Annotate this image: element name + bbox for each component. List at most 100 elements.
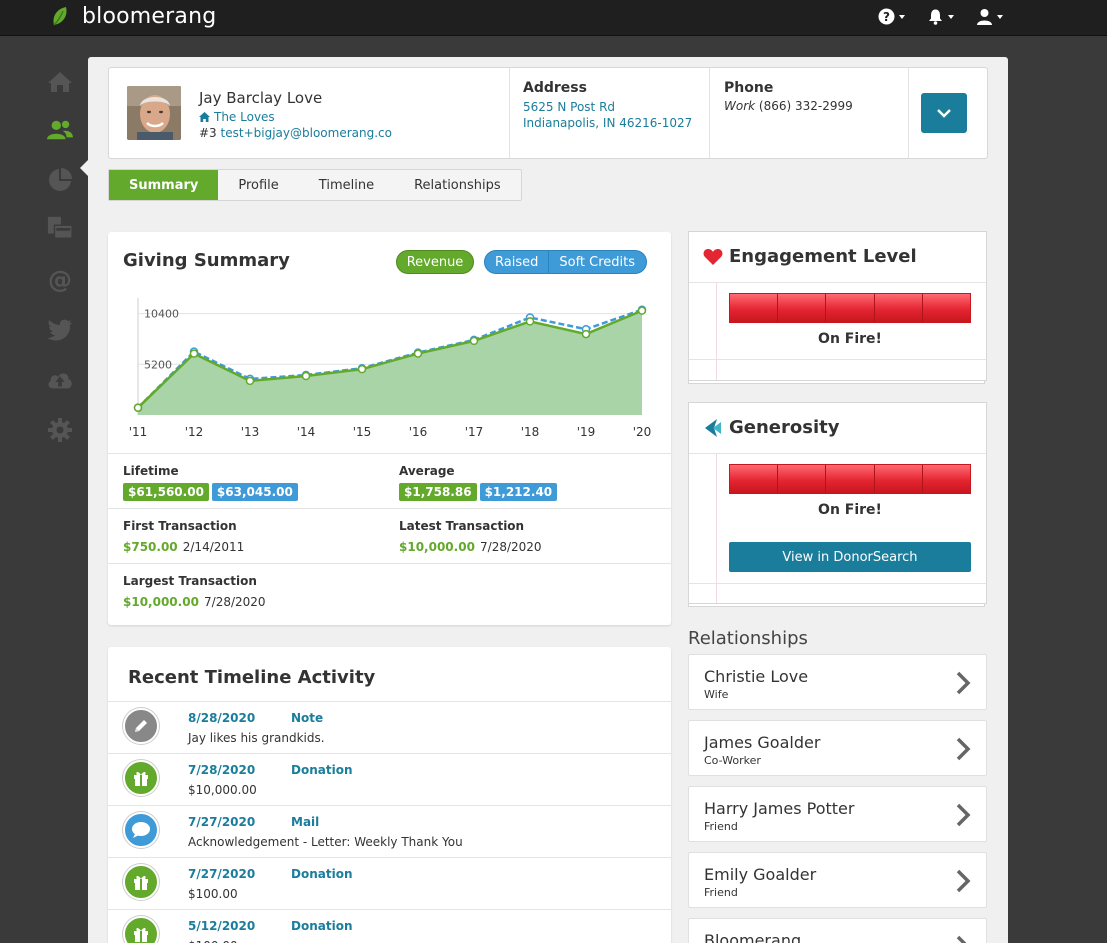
- constituent-header: Jay Barclay Love The Loves #3 test+bigja…: [108, 67, 988, 159]
- divider: [716, 282, 717, 380]
- chevron-right-icon: [956, 869, 971, 893]
- chevron-down-icon: [948, 14, 954, 19]
- largest-transaction-label: Largest Transaction: [123, 574, 257, 588]
- raised-soft-credits-toggle: Raised Soft Credits: [484, 250, 647, 274]
- household-link[interactable]: The Loves: [199, 110, 275, 124]
- svg-text:@: @: [48, 267, 72, 293]
- relationship-role: Co-Worker: [704, 754, 761, 767]
- active-nav-pointer: [80, 160, 88, 176]
- stats-row: Largest Transaction $10,000.00 7/28/2020: [108, 563, 671, 625]
- relationship-card[interactable]: James Goalder Co-Worker: [688, 720, 987, 776]
- largest-transaction-date: 7/28/2020: [204, 595, 266, 609]
- app-logo[interactable]: bloomerang: [50, 4, 216, 29]
- relationship-card[interactable]: Bloomerang: [688, 918, 987, 943]
- generosity-title: Generosity: [729, 417, 840, 438]
- timeline-type[interactable]: Donation: [291, 867, 352, 881]
- timeline-description: $100.00: [188, 887, 238, 901]
- timeline-description: $10,000.00: [188, 783, 257, 797]
- relationship-role: Friend: [704, 820, 738, 833]
- timeline-date[interactable]: 7/28/2020: [188, 763, 255, 777]
- relationship-name: Emily Goalder: [704, 865, 817, 884]
- home-icon[interactable]: [47, 69, 73, 95]
- household-name: The Loves: [214, 110, 275, 124]
- latest-transaction-amount: $10,000.00: [399, 540, 475, 554]
- expand-header-button[interactable]: [921, 93, 967, 133]
- giving-summary-title: Giving Summary: [123, 250, 290, 271]
- email-icon[interactable]: @: [47, 267, 73, 293]
- timeline-item[interactable]: 7/27/2020 Mail Acknowledgement - Letter: W…: [108, 805, 671, 857]
- divider: [709, 68, 710, 158]
- reports-icon[interactable]: [47, 167, 73, 193]
- notifications-menu[interactable]: [927, 8, 954, 25]
- twitter-icon[interactable]: [47, 317, 73, 343]
- settings-icon[interactable]: [47, 417, 73, 443]
- address-label: Address: [523, 80, 587, 96]
- latest-transaction-stat: Latest Transaction $10,000.00 7/28/2020: [399, 519, 542, 555]
- timeline-type[interactable]: Donation: [291, 763, 352, 777]
- timeline-description: Acknowledgement - Letter: Weekly Thank Y…: [188, 835, 463, 849]
- transactions-icon[interactable]: [47, 215, 73, 241]
- chevron-right-icon: [956, 803, 971, 827]
- first-transaction-amount: $750.00: [123, 540, 178, 554]
- speech-bubble-icon: [123, 812, 159, 848]
- tab-profile[interactable]: Profile: [218, 170, 298, 200]
- lifetime-label: Lifetime: [123, 464, 179, 478]
- timeline-description: $100.00: [188, 939, 238, 943]
- help-menu[interactable]: ?: [878, 8, 905, 25]
- app-name: bloomerang: [82, 4, 217, 29]
- timeline-item[interactable]: 7/27/2020 Donation $100.00: [108, 857, 671, 909]
- upload-icon[interactable]: [47, 367, 73, 393]
- top-bar: bloomerang ?: [0, 0, 1107, 36]
- chevron-down-icon: [899, 14, 905, 19]
- timeline-date[interactable]: 8/28/2020: [188, 711, 255, 725]
- first-transaction-stat: First Transaction $750.00 2/14/2011: [123, 519, 244, 555]
- email-link[interactable]: test+bigjay@bloomerang.co: [221, 126, 392, 140]
- phone-value: Work (866) 332-2999: [724, 99, 853, 113]
- timeline-type[interactable]: Mail: [291, 815, 319, 829]
- divider: [689, 453, 986, 454]
- tab-relationships[interactable]: Relationships: [394, 170, 521, 200]
- relationship-card[interactable]: Emily Goalder Friend: [688, 852, 987, 908]
- donorsearch-icon: [705, 418, 721, 437]
- relationship-role: Friend: [704, 886, 738, 899]
- address-line-2[interactable]: Indianapolis, IN 46216-1027: [523, 115, 692, 131]
- home-icon: [199, 112, 210, 122]
- user-menu[interactable]: [976, 8, 1003, 25]
- timeline-item[interactable]: 7/28/2020 Donation $10,000.00: [108, 753, 671, 805]
- average-stat: Average $1,758.86 $1,212.40: [399, 464, 560, 501]
- y-tick-label: 10400: [144, 308, 179, 321]
- relationship-name: James Goalder: [704, 733, 821, 752]
- divider: [689, 583, 986, 584]
- timeline-item[interactable]: 5/12/2020 Donation $100.00: [108, 909, 671, 943]
- constituent-id: #3: [199, 126, 217, 140]
- bloomerang-leaf-icon: [50, 5, 72, 29]
- timeline-date[interactable]: 7/27/2020: [188, 867, 255, 881]
- lifetime-stat: Lifetime $61,560.00 $63,045.00: [123, 464, 301, 501]
- soft-credits-toggle[interactable]: Soft Credits: [549, 251, 645, 273]
- timeline-item[interactable]: 8/28/2020 Note Jay likes his grandkids.: [108, 701, 671, 753]
- tab-summary[interactable]: Summary: [109, 170, 219, 200]
- timeline-date[interactable]: 7/27/2020: [188, 815, 255, 829]
- address-line-1[interactable]: 5625 N Post Rd: [523, 99, 692, 115]
- chevron-down-icon: [997, 14, 1003, 19]
- revenue-point: [525, 317, 535, 326]
- x-tick-label: '20: [633, 425, 652, 439]
- relationship-card[interactable]: Christie Love Wife: [688, 654, 987, 710]
- tab-timeline[interactable]: Timeline: [299, 170, 394, 200]
- x-tick-label: '17: [465, 425, 484, 439]
- revenue-toggle[interactable]: Revenue: [396, 250, 474, 274]
- timeline-type[interactable]: Donation: [291, 919, 352, 933]
- relationship-name: Harry James Potter: [704, 799, 855, 818]
- timeline-type[interactable]: Note: [291, 711, 323, 725]
- bell-icon: [929, 9, 942, 25]
- relationship-role: Wife: [704, 688, 729, 701]
- timeline-date[interactable]: 5/12/2020: [188, 919, 255, 933]
- question-circle-icon: ?: [878, 8, 895, 25]
- view-in-donorsearch-button[interactable]: View in DonorSearch: [729, 542, 971, 572]
- timeline-description: Jay likes his grandkids.: [188, 731, 325, 745]
- engagement-title-row: Engagement Level: [703, 246, 917, 267]
- raised-toggle[interactable]: Raised: [485, 251, 548, 273]
- constituents-icon[interactable]: [47, 117, 73, 143]
- side-navigation: @: [0, 37, 88, 943]
- relationship-card[interactable]: Harry James Potter Friend: [688, 786, 987, 842]
